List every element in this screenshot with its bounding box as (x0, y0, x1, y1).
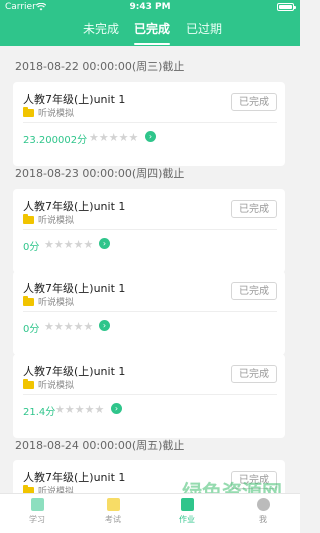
tabbar-item-me[interactable]: 我 (238, 498, 288, 525)
group-date: 2018-08-24 00:00:00(周五)截止 (15, 439, 185, 452)
card-title: 人教7年级(上)unit 1 (23, 471, 126, 484)
divider (23, 229, 277, 230)
arrow-right-icon[interactable]: › (99, 320, 110, 331)
status-button[interactable]: 已完成 (231, 200, 277, 218)
status-button[interactable]: 已完成 (231, 365, 277, 383)
arrow-right-icon[interactable]: › (145, 131, 156, 142)
profile-icon (256, 498, 270, 511)
card-type: 听说模拟 (23, 106, 74, 119)
card-title: 人教7年级(上)unit 1 (23, 200, 126, 213)
star-rating: ★★★★★ (44, 238, 94, 251)
exam-icon (106, 498, 120, 511)
tab-expired[interactable]: 已过期 (186, 18, 222, 40)
divider (23, 122, 277, 123)
folder-icon (23, 379, 34, 389)
card-type: 听说模拟 (23, 378, 74, 391)
assignment-card[interactable]: 人教7年级(上)unit 1 听说模拟 已完成 21.4分 ★★★★★ › (13, 354, 285, 438)
star-rating: ★★★★★ (89, 131, 139, 144)
book-icon (30, 498, 44, 511)
assignment-card[interactable]: 人教7年级(上)unit 1 听说模拟 已完成 0分 ★★★★★ › (13, 271, 285, 355)
assignment-list[interactable]: 2018-08-22 00:00:00(周三)截止 人教7年级(上)unit 1… (0, 46, 300, 494)
score: 23.200002分 (23, 135, 88, 146)
star-rating: ★★★★★ (44, 320, 94, 333)
tab-incomplete[interactable]: 未完成 (83, 18, 119, 40)
arrow-right-icon[interactable]: › (111, 403, 122, 414)
segment-tabs: 未完成 已完成 已过期 (0, 18, 300, 46)
score: 0分 (23, 242, 40, 253)
card-type: 听说模拟 (23, 213, 74, 226)
status-button[interactable]: 已完成 (231, 282, 277, 300)
card-title: 人教7年级(上)unit 1 (23, 365, 126, 378)
bottom-tab-bar: 学习 考试 作业 我 (0, 493, 300, 533)
assignment-card[interactable]: 人教7年级(上)unit 1 听说模拟 已完成 (13, 460, 285, 494)
status-button[interactable]: 已完成 (231, 93, 277, 111)
divider (23, 394, 277, 395)
card-title: 人教7年级(上)unit 1 (23, 282, 126, 295)
folder-icon (23, 296, 34, 306)
clock: 9:43 PM (129, 2, 171, 12)
card-type: 听说模拟 (23, 295, 74, 308)
tab-underline (134, 43, 171, 45)
folder-icon (23, 107, 34, 117)
status-button[interactable]: 已完成 (231, 471, 277, 489)
group-date: 2018-08-22 00:00:00(周三)截止 (15, 60, 185, 73)
arrow-right-icon[interactable]: › (99, 238, 110, 249)
tabbar-item-homework[interactable]: 作业 (162, 498, 212, 525)
tabbar-item-exam[interactable]: 考试 (88, 498, 138, 525)
card-title: 人教7年级(上)unit 1 (23, 93, 126, 106)
battery-icon (277, 3, 296, 11)
divider (23, 311, 277, 312)
star-rating: ★★★★★ (55, 403, 105, 416)
assignment-card[interactable]: 人教7年级(上)unit 1 听说模拟 已完成 0分 ★★★★★ › (13, 189, 285, 273)
homework-icon (180, 498, 194, 511)
tab-completed[interactable]: 已完成 (134, 18, 171, 45)
assignment-card[interactable]: 人教7年级(上)unit 1 听说模拟 已完成 23.200002分 ★★★★★… (13, 82, 285, 166)
header-bar: Carrier 9:43 PM 未完成 已完成 已过期 (0, 0, 300, 46)
folder-icon (23, 214, 34, 224)
status-bar: Carrier 9:43 PM (0, 0, 300, 14)
group-date: 2018-08-23 00:00:00(周四)截止 (15, 167, 185, 180)
score: 0分 (23, 324, 40, 335)
score: 21.4分 (23, 407, 56, 418)
tabbar-item-study[interactable]: 学习 (12, 498, 62, 525)
